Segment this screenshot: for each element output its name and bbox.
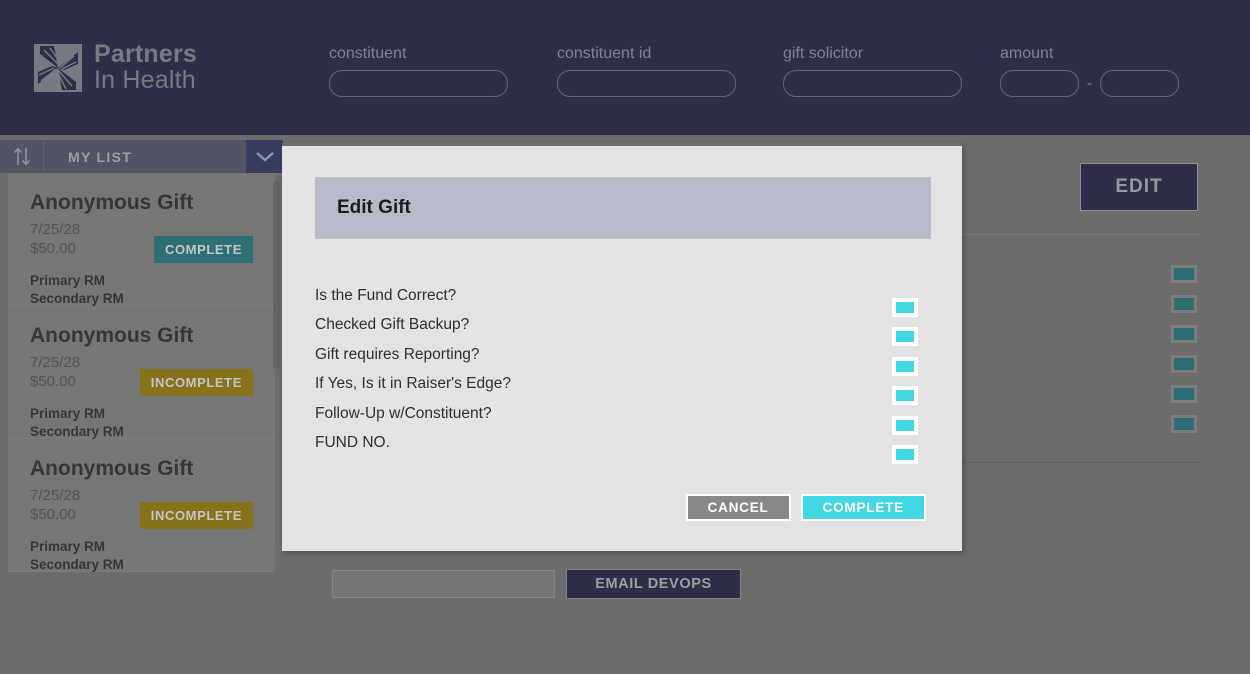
question-label: FUND NO. [315,433,390,451]
question-label: Checked Gift Backup? [315,316,470,334]
question-label: If Yes, Is it in Raiser's Edge? [315,375,511,393]
question-row: If Yes, Is it in Raiser's Edge? [315,375,931,406]
question-row: Checked Gift Backup? [315,316,931,347]
question-row: Is the Fund Correct? [315,287,931,317]
modal-title: Edit Gift [337,197,411,218]
question-checkbox[interactable] [892,415,918,435]
question-checkbox[interactable] [892,444,918,464]
question-checkbox[interactable] [892,298,918,317]
question-label: Follow-Up w/Constituent? [315,404,492,422]
question-label: Gift requires Reporting? [315,345,480,363]
question-label: Is the Fund Correct? [315,287,457,304]
edit-gift-modal: Edit Gift Is the Fund Correct? Checked G… [282,143,962,551]
question-row: Follow-Up w/Constituent? [315,404,931,435]
complete-button[interactable]: COMPLETE [800,494,926,521]
question-checkbox[interactable] [892,386,918,406]
app-root: Partners In Health constituent constitue… [0,0,1250,674]
question-list: Is the Fund Correct? Checked Gift Backup… [315,287,931,464]
modal-header: Edit Gift [315,177,931,239]
cancel-button[interactable]: CANCEL [685,494,791,521]
question-checkbox[interactable] [892,356,918,376]
modal-action-bar: CANCEL COMPLETE [685,494,926,521]
question-row: FUND NO. [315,433,931,464]
question-row: Gift requires Reporting? [315,345,931,376]
question-checkbox[interactable] [892,327,918,347]
